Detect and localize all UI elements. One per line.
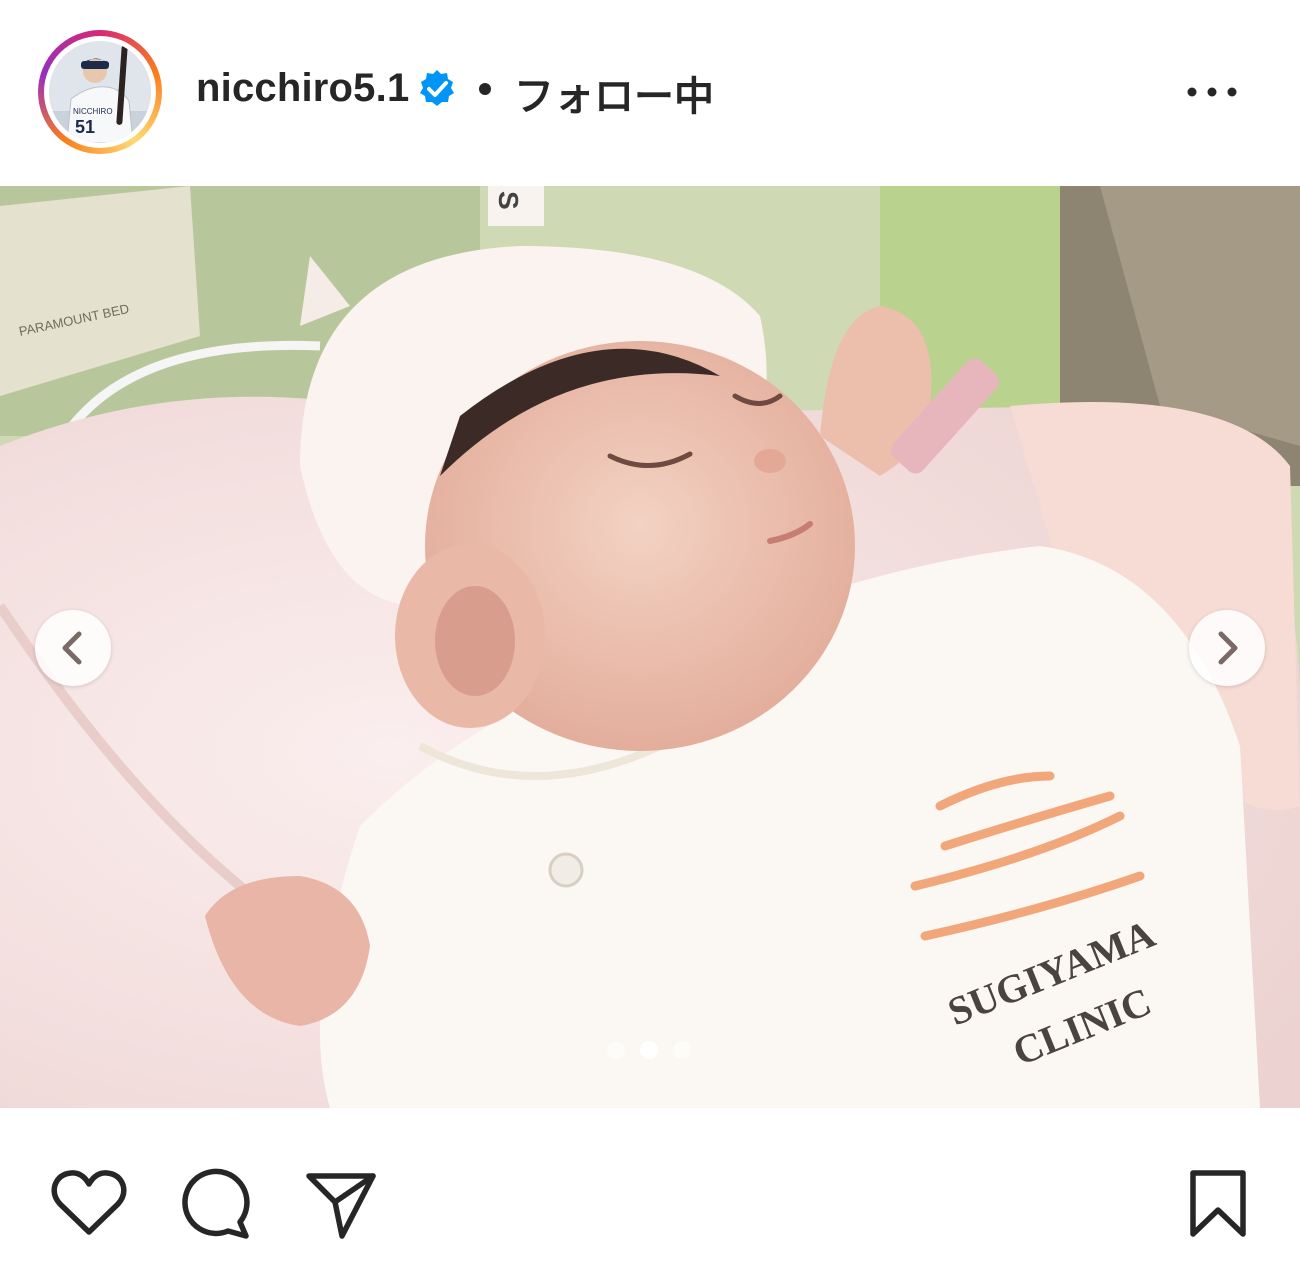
carousel-indicator: [607, 1041, 697, 1061]
verified-badge-icon: [420, 70, 454, 106]
avatar-image: NICCHIRO 51: [49, 41, 151, 143]
avatar[interactable]: NICCHIRO 51: [49, 41, 151, 143]
hat-tag-label: S: [493, 191, 524, 210]
carousel-dot: [607, 1041, 625, 1059]
carousel-dot-active: [640, 1041, 658, 1059]
carousel-prev-button[interactable]: [35, 610, 111, 686]
following-button[interactable]: フォロー中: [514, 64, 714, 122]
avatar-jersey-number: 51: [75, 117, 95, 137]
post-photo[interactable]: SUGIYAMA CLINIC S PARAMOUNT BED: [0, 186, 1300, 1108]
username-link[interactable]: nicchiro5.1: [196, 66, 409, 111]
chevron-left-icon: [62, 631, 82, 665]
carousel-next-button[interactable]: [1189, 610, 1265, 686]
action-bar: [0, 1110, 1300, 1274]
carousel-dot: [673, 1041, 691, 1059]
chevron-right-icon: [1218, 631, 1238, 665]
baby-photo-image: SUGIYAMA CLINIC S PARAMOUNT BED: [0, 186, 1300, 1108]
send-icon[interactable]: [304, 1168, 378, 1242]
more-horizontal-icon[interactable]: [1182, 72, 1242, 112]
avatar-story-ring[interactable]: NICCHIRO 51: [38, 30, 162, 154]
heart-icon[interactable]: [50, 1168, 128, 1238]
avatar-jersey-text: NICCHIRO: [73, 107, 113, 116]
separator-dot: [479, 83, 491, 95]
post-header: NICCHIRO 51 nicchiro5.1 フォロー中: [0, 0, 1300, 185]
comment-icon[interactable]: [178, 1168, 252, 1240]
avatar-frame: NICCHIRO 51: [44, 36, 156, 148]
bookmark-icon[interactable]: [1186, 1168, 1250, 1240]
